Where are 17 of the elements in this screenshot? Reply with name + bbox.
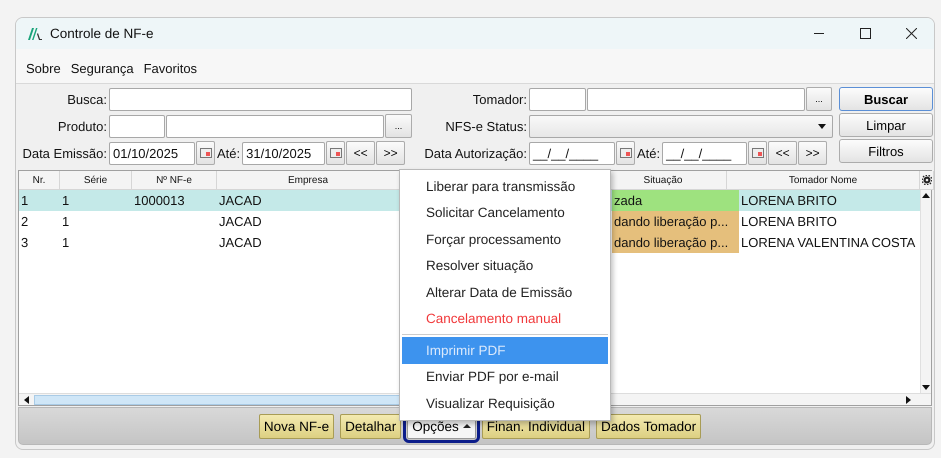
window-title: Controle de NF-e (50, 26, 155, 41)
field-label: Até: (216, 146, 242, 160)
table-cell: 1000013 (132, 190, 217, 211)
field-label: Produto: (56, 118, 108, 134)
field-label: Tomador: (472, 92, 528, 106)
status-cell: dando liberação p... (612, 232, 739, 253)
field-label: Data Autorização: (423, 146, 528, 160)
status-cell: zada (612, 190, 739, 211)
table-cell: 1 (60, 190, 132, 211)
field-label: NFS-e Status: (444, 118, 528, 134)
field-label: Data Emissão: (21, 146, 108, 160)
status-cell: dando liberação p... (612, 211, 739, 232)
field-label: Até: (636, 146, 662, 160)
field-label: Busca: (66, 92, 108, 106)
table-cell: 1 (19, 190, 60, 211)
table-cell: LORENA BRITO (739, 190, 920, 211)
table-cell: JACAD (217, 190, 400, 211)
